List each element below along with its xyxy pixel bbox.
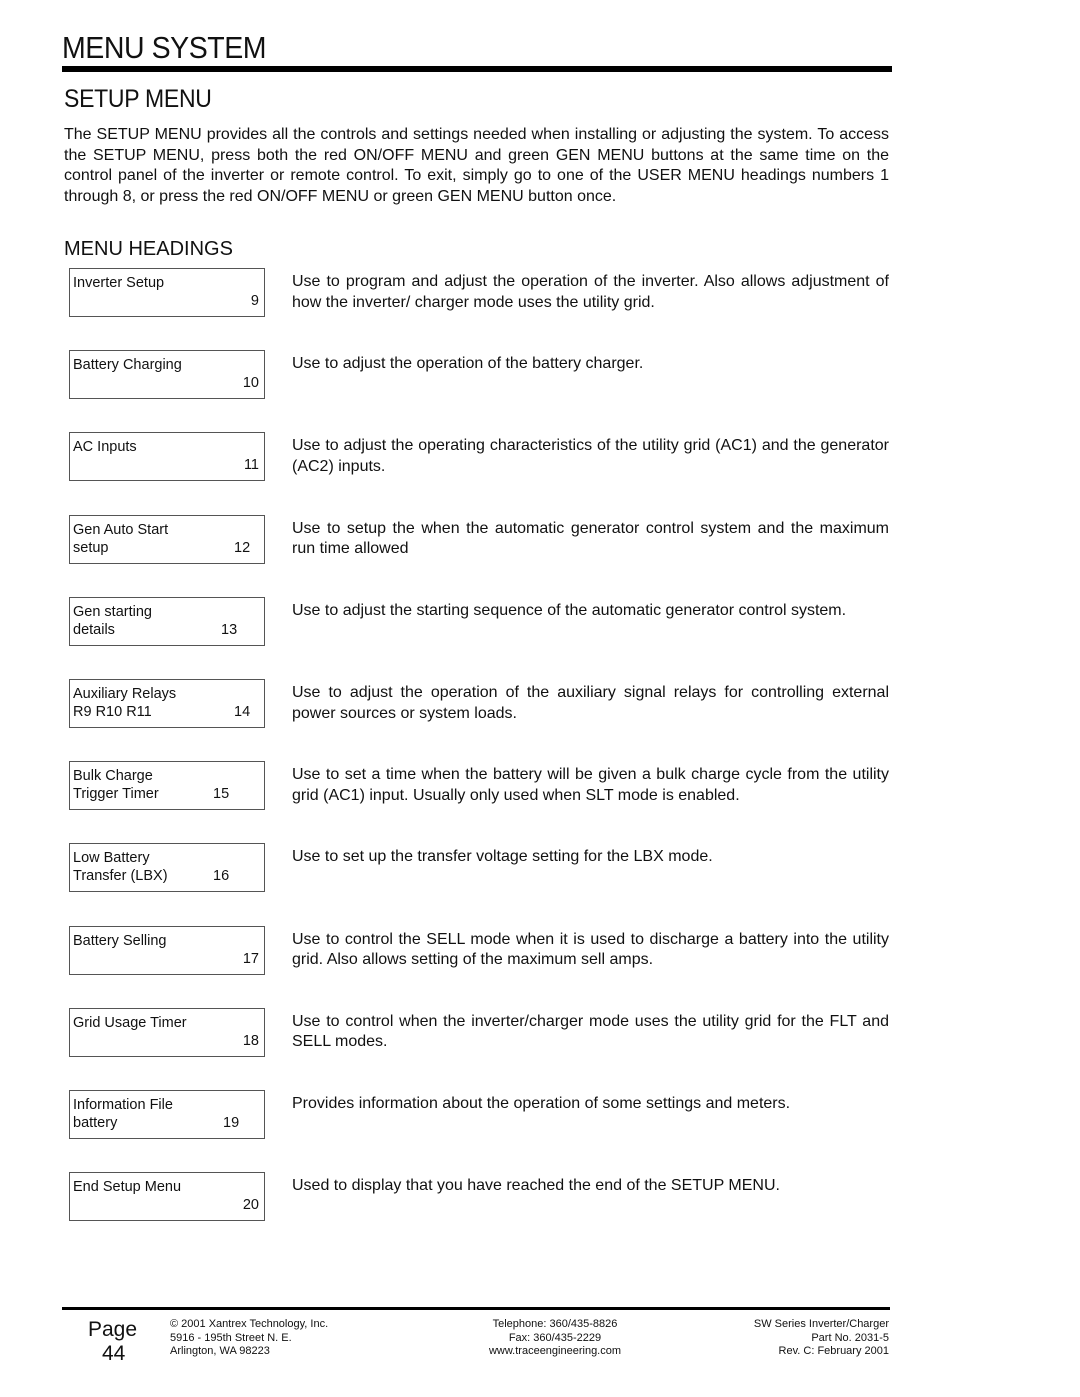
section-title: SETUP MENU <box>64 85 212 113</box>
menu-heading-row: Battery Selling 17 Use to control the SELL… <box>69 925 889 976</box>
menu-heading-number: 12 <box>234 539 251 556</box>
menu-heading-label-line2: R9 R10 R11 <box>73 704 152 720</box>
menu-heading-box[interactable]: End Setup Menu 20 <box>69 1172 265 1222</box>
copyright-text: © 2001 Xantrex Technology, Inc. <box>170 1318 329 1330</box>
menu-heading-label-line2: battery <box>73 1115 118 1131</box>
menu-heading-row: Low Battery Transfer (LBX) 16 Use to set up… <box>69 843 889 893</box>
page-number: 44 <box>102 1342 126 1365</box>
menu-heading-box[interactable]: Gen starting details 13 <box>69 596 265 646</box>
menu-heading-description: Use to adjust the operation of the batte… <box>292 355 644 373</box>
menu-heading-number: 14 <box>234 704 251 720</box>
menu-heading-description: Use to setup the when the automatic gene… <box>292 519 889 558</box>
menu-heading-description: Use to control the SELL mode when it is … <box>292 930 889 969</box>
menu-heading-label: Auxiliary Relays <box>73 686 177 702</box>
footer-company-info: © 2001 Xantrex Technology, Inc. 5916 - 1… <box>170 1318 328 1359</box>
title-rule-divider <box>62 66 892 72</box>
menu-heading-number: 9 <box>250 293 259 309</box>
menu-heading-box[interactable]: Gen Auto Start setup 12 <box>69 514 265 564</box>
page-title: MENU SYSTEM <box>62 30 267 65</box>
menu-heading-row: Inverter Setup 9 Use to program and adjust… <box>69 268 889 318</box>
menu-heading-description: Use to set a time when the battery will … <box>292 766 889 804</box>
menu-heading-label-line2: Trigger Timer <box>73 786 159 803</box>
menu-heading-label: Bulk Charge <box>73 768 153 785</box>
menu-heading-description: Use to program and adjust the operation … <box>292 273 889 311</box>
menu-heading-description: Use to set up the transfer voltage setti… <box>292 848 713 866</box>
product-name: SW Series Inverter/Charger <box>753 1318 889 1330</box>
menu-heading-number: 15 <box>213 786 230 803</box>
menu-heading-box[interactable]: Information File battery 19 <box>69 1090 265 1139</box>
menu-heading-number: 19 <box>223 1115 240 1131</box>
telephone-text: Telephone: 360/435-8826 <box>492 1318 618 1330</box>
menu-heading-box[interactable]: Auxiliary Relays R9 R10 R11 14 <box>69 679 265 728</box>
menu-heading-row: Bulk Charge Trigger Timer 15 Use to set a t… <box>69 761 889 811</box>
menu-heading-label: Inverter Setup <box>73 275 165 291</box>
menu-heading-label: End Setup Menu <box>73 1179 182 1196</box>
menu-heading-number: 11 <box>243 457 259 474</box>
menu-heading-label: Gen Auto Start <box>73 521 169 538</box>
address-line-1: 5916 - 195th Street N. E. <box>170 1331 292 1344</box>
menu-heading-number: 16 <box>213 868 230 885</box>
menu-heading-label-line2: details <box>73 621 115 638</box>
footer-document-info: SW Series Inverter/Charger Part No. 2031… <box>688 1318 889 1359</box>
menu-heading-row: Gen Auto Start setup 12 Use to setup the wh… <box>69 514 889 565</box>
menu-heading-row: Grid Usage Timer 18 Use to control when th… <box>69 1007 889 1058</box>
menu-heading-number: 18 <box>242 1032 259 1049</box>
menu-heading-label: Information File <box>73 1097 173 1113</box>
menu-heading-box[interactable]: Grid Usage Timer 18 <box>69 1007 265 1057</box>
menu-heading-description: Used to display that you have reached th… <box>292 1177 780 1195</box>
menu-heading-label: AC Inputs <box>73 439 137 456</box>
menu-heading-label: Battery Selling <box>73 932 167 949</box>
menu-heading-number: 13 <box>221 621 238 638</box>
menu-heading-box[interactable]: Battery Charging 10 <box>69 350 265 400</box>
menu-heading-description: Use to adjust the starting sequence of t… <box>292 601 847 619</box>
menu-heading-box[interactable]: Bulk Charge Trigger Timer 15 <box>69 761 265 811</box>
address-line-2: Arlington, WA 98223 <box>170 1345 270 1358</box>
menu-heading-label: Low Battery <box>73 850 150 867</box>
menu-heading-description: Use to control when the inverter/charger… <box>292 1012 889 1051</box>
menu-heading-row: End Setup Menu 20 Used to display that you… <box>69 1172 889 1222</box>
fax-text: Fax: 360/435-2229 <box>508 1331 602 1344</box>
intro-paragraph: The SETUP MENU provides all the controls… <box>64 126 889 205</box>
menu-heading-description: Provides information about the operation… <box>292 1095 791 1112</box>
menu-heading-label-line2: Transfer (LBX) <box>73 868 168 885</box>
menu-heading-box[interactable]: AC Inputs 11 <box>69 432 265 482</box>
website-link[interactable]: www.traceengineering.com <box>480 1345 630 1359</box>
menu-heading-description: Use to adjust the operation of the auxil… <box>292 684 889 722</box>
footer-rule-divider <box>62 1307 890 1310</box>
menu-heading-row: Gen starting details 13 Use to adjust the s… <box>69 596 889 647</box>
menu-heading-label: Grid Usage Timer <box>73 1014 187 1031</box>
menu-heading-row: Auxiliary Relays R9 R10 R11 14 Use to adjus… <box>69 679 889 729</box>
menu-heading-number: 10 <box>242 375 259 392</box>
revision-text: Rev. C: February 2001 <box>778 1345 889 1358</box>
menu-heading-label: Gen starting <box>73 603 152 620</box>
menu-heading-box[interactable]: Battery Selling 17 <box>69 925 265 975</box>
page-label: Page <box>88 1318 138 1341</box>
part-number: Part No. 2031-5 <box>811 1331 889 1344</box>
menu-heading-number: 17 <box>242 950 259 967</box>
menu-heading-label-line2: setup <box>73 539 109 556</box>
menu-headings-title: MENU HEADINGS <box>64 238 233 260</box>
menu-heading-label: Battery Charging <box>73 357 182 374</box>
menu-heading-row: Battery Charging 10 Use to adjust the oper… <box>69 350 889 400</box>
footer-contact-info: Telephone: 360/435-8826 Fax: 360/435-222… <box>480 1318 630 1359</box>
menu-heading-number: 20 <box>242 1197 259 1214</box>
menu-heading-row: Information File battery 19 Provides inform… <box>69 1090 889 1140</box>
menu-heading-box[interactable]: Inverter Setup 9 <box>69 268 265 317</box>
menu-heading-row: AC Inputs 11 Use to adjust the operating c… <box>69 432 889 482</box>
menu-heading-description: Use to adjust the operating characterist… <box>292 437 889 475</box>
menu-heading-box[interactable]: Low Battery Transfer (LBX) 16 <box>69 843 265 893</box>
